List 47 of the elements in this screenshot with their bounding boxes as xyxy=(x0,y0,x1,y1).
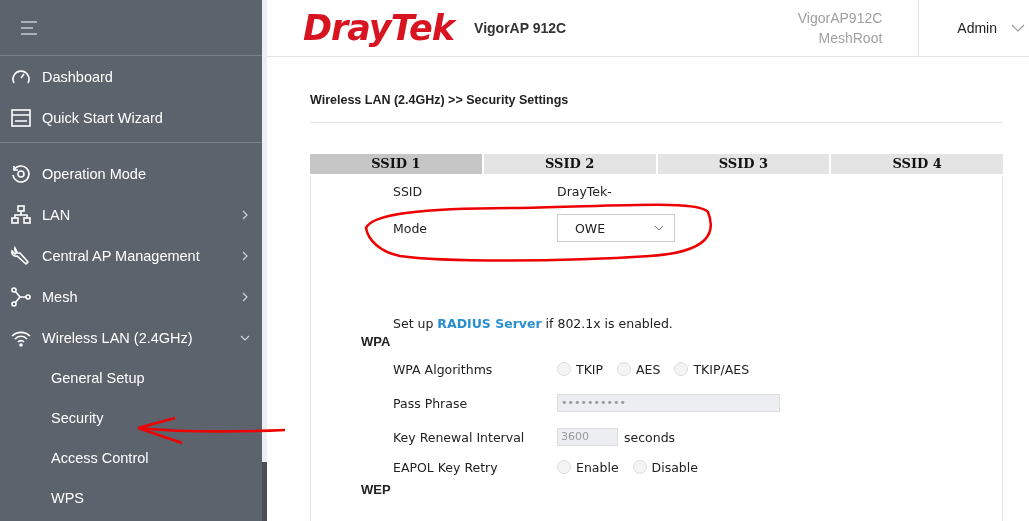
network-icon xyxy=(10,203,32,226)
sidebar-subitem[interactable]: WPS xyxy=(0,478,262,518)
menu-icon[interactable] xyxy=(20,19,38,36)
ssid-tab[interactable]: SSID 1 xyxy=(310,154,482,174)
unit-label: seconds xyxy=(624,429,676,445)
field-label: EAPOL Key Retry xyxy=(393,459,499,475)
nodes-icon xyxy=(10,285,32,308)
ssid-tab[interactable]: SSID 4 xyxy=(831,154,1003,174)
radio-option[interactable]: AES xyxy=(617,361,661,377)
cycle-gear-icon xyxy=(10,162,32,185)
field-value: DrayTek- xyxy=(557,183,612,199)
chevron-down-icon xyxy=(1011,23,1025,33)
sidebar-item[interactable]: Operation Mode xyxy=(0,153,262,194)
radio-option[interactable]: TKIP/AES xyxy=(674,361,750,377)
scrollbar[interactable] xyxy=(262,0,267,462)
section-title: WEP xyxy=(360,482,392,499)
radio-option[interactable]: TKIP xyxy=(557,361,604,377)
note-text: Set up RADIUS Server if 802.1x is enabled. xyxy=(393,315,673,331)
radio-option[interactable]: Disable xyxy=(632,459,698,475)
ssid-tab[interactable]: SSID 2 xyxy=(483,154,656,174)
breadcrumb: Wireless LAN (2.4GHz) >> Security Settings xyxy=(310,93,1003,123)
field-label: SSID xyxy=(393,183,424,199)
sidebar-item[interactable]: Dashboard xyxy=(0,56,262,97)
sidebar-subitem[interactable]: General Setup xyxy=(0,358,262,398)
sidebar-subitem[interactable]: Access Control xyxy=(0,438,262,478)
sidebar-item[interactable]: Wireless LAN (2.4GHz) xyxy=(0,317,262,358)
field-label: Key Renewal Interval xyxy=(393,429,526,445)
sidebar-item[interactable]: Quick Start Wizard xyxy=(0,97,262,138)
logo: DrayTek xyxy=(303,8,455,48)
sidebar-subitem[interactable]: Security xyxy=(0,398,262,438)
device-name: VigorAP912C xyxy=(797,9,883,28)
field-label: WPA Algorithms xyxy=(393,361,494,377)
radius-server-link[interactable]: RADIUS Server xyxy=(437,315,542,331)
ssid-tab[interactable]: SSID 3 xyxy=(657,154,830,174)
model-name: VigorAP 912C xyxy=(474,20,568,36)
sidebar-item[interactable]: LAN xyxy=(0,194,262,235)
sidebar-item[interactable]: Mesh xyxy=(0,276,262,317)
field-label: Mode xyxy=(393,220,429,236)
radio-option[interactable]: Enable xyxy=(557,459,619,475)
wrench-icon xyxy=(10,244,32,267)
user-menu[interactable]: Admin xyxy=(918,0,1029,56)
mesh-role: MeshRoot xyxy=(818,29,883,48)
chevron-down-icon xyxy=(654,225,664,231)
field-label: Pass Phrase xyxy=(393,395,469,411)
mode-select[interactable]: OWE xyxy=(557,214,675,242)
section-title: WPA xyxy=(360,334,392,351)
sidebar-item[interactable]: Central AP Management xyxy=(0,235,262,276)
